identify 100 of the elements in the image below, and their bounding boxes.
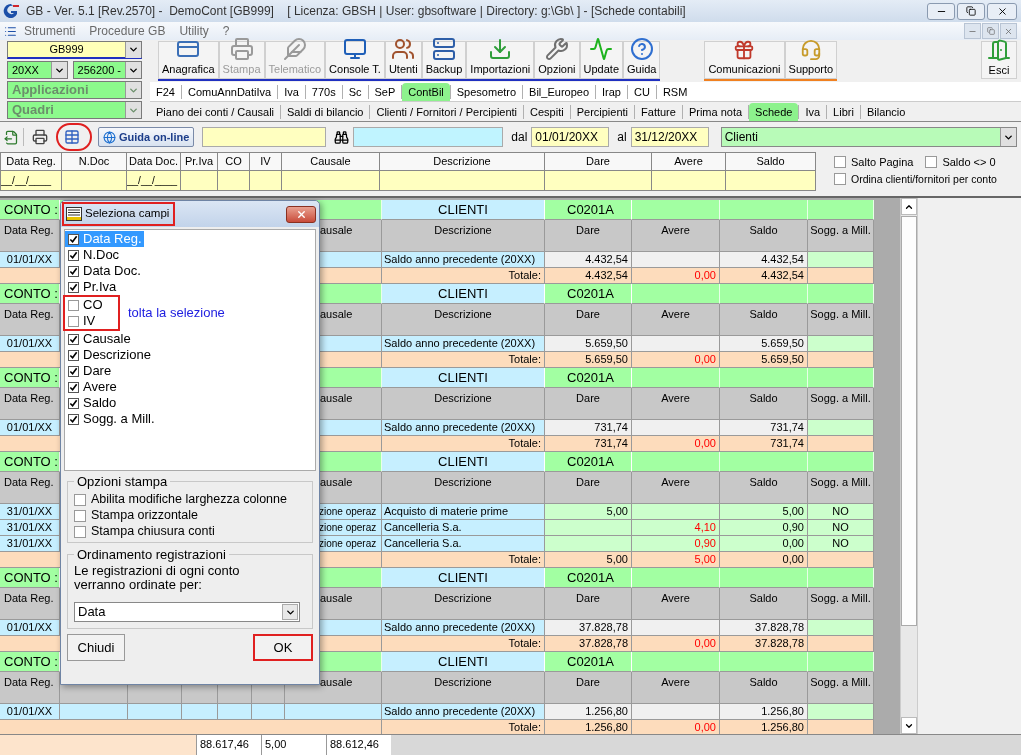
scroll-up-button[interactable] bbox=[901, 198, 917, 215]
checkbox[interactable] bbox=[74, 509, 86, 522]
close-dialog-button[interactable]: Chiudi bbox=[67, 634, 125, 661]
binoculars-icon[interactable] bbox=[334, 129, 350, 145]
filter-field[interactable] bbox=[61, 170, 127, 191]
field-item[interactable]: Dare bbox=[65, 363, 114, 379]
section-tab[interactable]: Libri bbox=[827, 103, 860, 121]
toolbar-button[interactable]: Comunicazioni bbox=[704, 41, 785, 79]
filter-field[interactable]: __/__/____ bbox=[0, 170, 62, 191]
account-combo[interactable]: 256200 - bbox=[72, 61, 142, 79]
filter-field[interactable] bbox=[651, 170, 726, 191]
toolbar-button[interactable]: Supporto bbox=[784, 41, 838, 79]
checkbox[interactable] bbox=[68, 413, 79, 425]
field-item[interactable]: Descrizione bbox=[65, 347, 153, 363]
section-tab[interactable]: Clienti / Fornitori / Percipienti bbox=[370, 103, 524, 121]
checkbox[interactable] bbox=[68, 265, 79, 277]
company-combo[interactable]: GB999 bbox=[7, 41, 142, 59]
close-button[interactable] bbox=[286, 205, 316, 223]
module-tab[interactable]: SeP bbox=[368, 83, 402, 101]
module-tab[interactable]: ComuAnnDatiIva bbox=[181, 83, 278, 101]
field-item[interactable]: N.Doc bbox=[65, 247, 122, 263]
field-item[interactable]: Causale bbox=[65, 331, 133, 347]
filter-field[interactable] bbox=[544, 170, 652, 191]
field-item[interactable]: Avere bbox=[65, 379, 119, 395]
checkbox[interactable] bbox=[68, 349, 79, 361]
toolbar-button[interactable]: Utenti bbox=[384, 41, 422, 79]
checkbox[interactable] bbox=[834, 172, 846, 185]
section-tab[interactable]: Cespiti bbox=[524, 103, 570, 121]
section-tab[interactable]: Piano dei conti / Causali bbox=[150, 103, 280, 121]
menu-item[interactable]: Procedure GB bbox=[82, 22, 173, 40]
checkbox[interactable] bbox=[68, 299, 79, 311]
toolbar-button[interactable]: Importazioni bbox=[466, 41, 535, 79]
checkbox[interactable] bbox=[68, 365, 79, 377]
field-item[interactable]: Saldo bbox=[65, 395, 119, 411]
search-field[interactable] bbox=[202, 127, 327, 147]
field-item[interactable]: Data Doc. bbox=[65, 263, 143, 279]
module-tab[interactable]: Sc bbox=[342, 83, 368, 101]
filter-field[interactable]: __/__/____ bbox=[126, 170, 181, 191]
scrollbar[interactable] bbox=[900, 198, 918, 734]
restore-button[interactable] bbox=[957, 2, 985, 20]
field-item[interactable]: Sogg. a Mill. bbox=[65, 411, 157, 427]
menu-item[interactable]: ? bbox=[215, 22, 237, 40]
scroll-down-button[interactable] bbox=[901, 717, 917, 734]
checkbox[interactable] bbox=[68, 381, 79, 393]
scroll-thumb[interactable] bbox=[901, 216, 917, 626]
checkbox[interactable] bbox=[68, 249, 79, 261]
toolbar-button[interactable]: Guida bbox=[623, 41, 661, 79]
toolbar-button[interactable]: Backup bbox=[421, 41, 467, 79]
section-tab[interactable]: Bilancio bbox=[860, 103, 912, 121]
filter-field[interactable] bbox=[725, 170, 816, 191]
menu-item[interactable]: Utility bbox=[172, 22, 216, 40]
toolbar-button[interactable]: Anagrafica bbox=[158, 41, 219, 79]
close-button[interactable] bbox=[1000, 23, 1017, 39]
ok-button[interactable]: OK bbox=[253, 634, 313, 661]
checkbox[interactable] bbox=[925, 156, 938, 169]
toolbar-button[interactable]: Console T. bbox=[325, 41, 385, 79]
checkbox[interactable] bbox=[834, 156, 846, 169]
exit-button[interactable]: Esci bbox=[981, 41, 1017, 79]
module-tab[interactable]: ContBil bbox=[402, 83, 450, 101]
field-item[interactable]: Pr.Iva bbox=[65, 279, 119, 295]
ordering-combo[interactable]: Data bbox=[74, 602, 300, 622]
field-item[interactable]: IV bbox=[65, 313, 118, 329]
search-field[interactable] bbox=[353, 127, 504, 147]
section-tab[interactable]: Schede bbox=[749, 103, 799, 121]
checkbox[interactable] bbox=[68, 233, 79, 245]
section-tab[interactable]: Saldi di bilancio bbox=[281, 103, 370, 121]
date-field[interactable]: 01/01/20XX bbox=[531, 127, 610, 147]
section-tab[interactable]: Percipienti bbox=[570, 103, 635, 121]
filter-field[interactable] bbox=[180, 170, 218, 191]
account-type-combo[interactable]: Clienti bbox=[720, 127, 1017, 147]
filter-field[interactable] bbox=[281, 170, 380, 191]
checkbox[interactable] bbox=[68, 397, 79, 409]
module-tab[interactable]: F24 bbox=[150, 83, 181, 101]
filter-field[interactable] bbox=[249, 170, 282, 191]
module-tab[interactable]: 770s bbox=[305, 83, 342, 101]
filter-field[interactable] bbox=[217, 170, 250, 191]
print-icon[interactable] bbox=[32, 129, 48, 145]
date-field[interactable]: 31/12/20XX bbox=[630, 127, 709, 147]
module-tab[interactable]: CU bbox=[628, 83, 656, 101]
checkbox[interactable] bbox=[74, 493, 86, 506]
checkbox[interactable] bbox=[68, 333, 79, 345]
section-tab[interactable]: Fatture bbox=[635, 103, 682, 121]
checkbox[interactable] bbox=[74, 525, 86, 538]
module-tab[interactable]: Iva bbox=[278, 83, 305, 101]
toolbar-button[interactable]: Opzioni bbox=[534, 41, 580, 79]
module-tab[interactable]: Bil_Europeo bbox=[523, 83, 596, 101]
field-item[interactable]: CO bbox=[65, 297, 118, 313]
filter-field[interactable] bbox=[379, 170, 545, 191]
help-button[interactable]: Guida on-line bbox=[98, 127, 195, 147]
menu-item[interactable]: Strumenti bbox=[17, 22, 83, 40]
section-tab[interactable]: Iva bbox=[799, 103, 827, 121]
close-button[interactable] bbox=[987, 2, 1017, 20]
module-tab[interactable]: Spesometro bbox=[450, 83, 523, 101]
checkbox[interactable] bbox=[68, 315, 79, 327]
export-icon[interactable] bbox=[4, 129, 19, 145]
module-tab[interactable]: Irap bbox=[596, 83, 627, 101]
section-tab[interactable]: Prima nota bbox=[682, 103, 749, 121]
module-tab[interactable]: RSM bbox=[656, 83, 694, 101]
checkbox[interactable] bbox=[68, 281, 79, 293]
grid-icon[interactable] bbox=[64, 129, 80, 145]
